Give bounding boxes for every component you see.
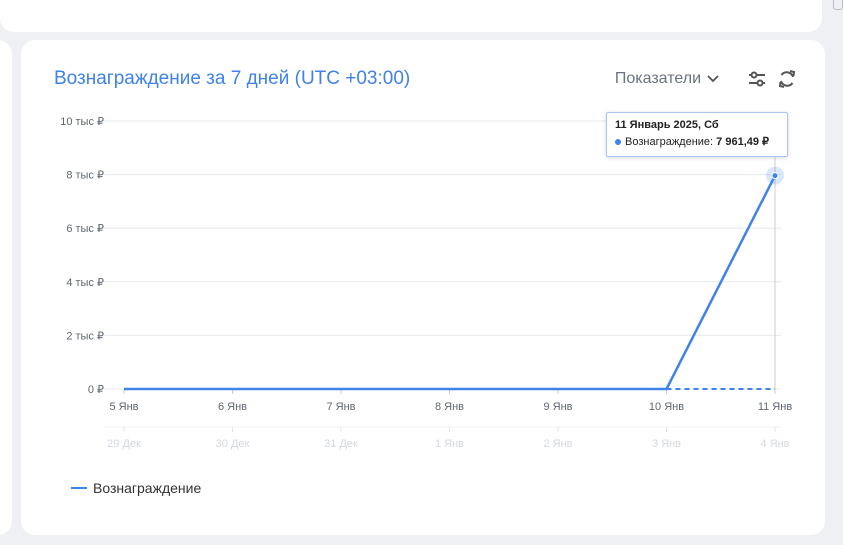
legend-label: Вознаграждение: [93, 480, 202, 496]
top-card: [0, 0, 822, 32]
x-tick-label: 11 Янв: [758, 401, 792, 413]
x-tick-label: 10 Янв: [649, 401, 684, 413]
y-tick-label: 8 тыс ₽: [66, 170, 104, 182]
compare-tick-label: 30 Дек: [216, 438, 250, 450]
tooltip-label: Вознаграждение:: [625, 136, 714, 148]
line-chart: 0 ₽ 2 тыс ₽ 4 тыс ₽ 6 тыс ₽ 8 тыс ₽ 10 тыс ₽ 5…: [60, 116, 792, 450]
x-tick-label: 6 Янв: [218, 401, 247, 413]
chart-tooltip: 11 Январь 2025, Сб Вознаграждение: 7 961…: [606, 112, 788, 157]
tooltip-row: Вознаграждение: 7 961,49 ₽: [615, 135, 779, 148]
y-tick-label: 10 тыс ₽: [60, 116, 104, 128]
y-tick-label: 6 тыс ₽: [66, 223, 104, 235]
tooltip-dot-icon: [615, 139, 621, 146]
y-tick-label: 0 ₽: [88, 384, 104, 396]
tooltip-date: 11 Январь 2025, Сб: [615, 119, 719, 131]
series-line: [124, 175, 777, 391]
x-tick-label: 7 Янв: [326, 401, 355, 413]
x-tick-label: 5 Янв: [109, 401, 138, 413]
compare-tick-label: 4 Янв: [760, 438, 789, 450]
x-tick-label: 9 Янв: [543, 401, 572, 413]
legend-swatch: [71, 487, 87, 489]
reward-chart-card: Вознаграждение за 7 дней (UTC +03:00) По…: [21, 40, 825, 535]
x-tick-label: 8 Янв: [435, 401, 464, 413]
data-point: [771, 172, 779, 180]
compare-tick-label: 2 Янв: [543, 438, 572, 450]
tooltip-value: 7 961,49 ₽: [716, 136, 770, 148]
y-tick-label: 2 тыс ₽: [66, 330, 104, 342]
compare-tick-label: 29 Дек: [107, 438, 141, 450]
compare-tick-label: 1 Янв: [435, 438, 464, 450]
compare-tick-label: 31 Дек: [324, 438, 358, 450]
edge-icon: [833, 0, 843, 10]
y-tick-label: 4 тыс ₽: [66, 277, 104, 289]
legend-item[interactable]: Вознаграждение: [71, 480, 201, 496]
left-card: [0, 40, 12, 535]
compare-tick-label: 3 Янв: [652, 438, 681, 450]
